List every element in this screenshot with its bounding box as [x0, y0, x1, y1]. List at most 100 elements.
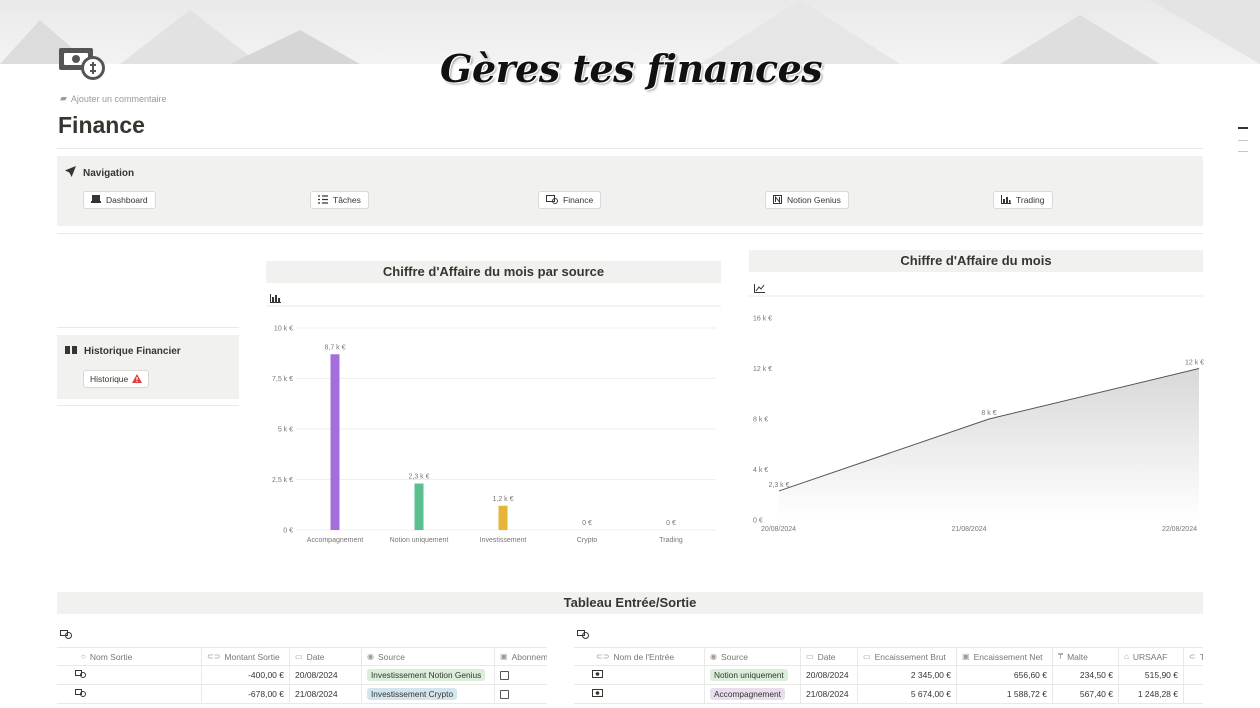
source-cell[interactable]: Notion uniquement — [705, 666, 801, 684]
column-header[interactable]: ▣ Abonnem — [495, 648, 547, 665]
nav-button-trading[interactable]: Trading — [993, 191, 1053, 209]
column-header[interactable]: ₸ Malte — [1053, 648, 1119, 665]
bar — [330, 354, 340, 530]
y-tick-label: 12 k € — [753, 366, 772, 373]
y-tick-label: 4 k € — [753, 467, 768, 474]
abonnement-checkbox[interactable] — [500, 670, 509, 680]
column-header[interactable]: ⊂⊃ Montant Sortie — [202, 648, 290, 665]
malte-cell[interactable]: 234,50 € — [1053, 666, 1119, 684]
data-label: 0 € — [666, 520, 676, 527]
brut-cell[interactable]: 2 345,00 € — [858, 666, 957, 684]
column-header-label: Date — [817, 651, 836, 662]
chart-icon — [1001, 194, 1011, 206]
database-entrees-icon[interactable] — [577, 630, 589, 642]
column-header[interactable]: ◉ Source — [705, 648, 801, 665]
pin-icon: ₸ — [1058, 652, 1064, 661]
column-header-label: URSAAF — [1132, 651, 1168, 662]
data-label: 1,2 k € — [492, 496, 513, 503]
cash-icon: ▭ — [863, 652, 871, 661]
date-cell[interactable]: 20/08/2024 — [801, 666, 858, 684]
net-cell[interactable]: 1 588,72 € — [957, 685, 1053, 703]
row-icon-cell[interactable] — [574, 685, 705, 703]
row-icon-cell[interactable] — [574, 666, 705, 684]
date-cell[interactable]: 20/08/2024 — [290, 666, 362, 684]
column-header-label: Malte — [1067, 651, 1088, 662]
outline-marker[interactable] — [1238, 151, 1248, 152]
abonnement-cell[interactable] — [495, 666, 547, 684]
column-header[interactable]: ▭ Date — [290, 648, 362, 665]
abonnement-checkbox[interactable] — [500, 689, 509, 699]
source-cell[interactable]: Accompagnement — [705, 685, 801, 703]
y-tick-label: 7,5 k € — [272, 376, 293, 383]
table-row[interactable]: Notion uniquement 20/08/2024 2 345,00 € … — [574, 666, 1203, 685]
divider — [57, 148, 1203, 149]
source-tag: Accompagnement — [710, 688, 785, 700]
column-header[interactable]: ▣ Encaissement Net — [957, 648, 1053, 665]
date-cell[interactable]: 21/08/2024 — [801, 685, 858, 703]
column-header-label: T — [1199, 651, 1203, 662]
column-header[interactable]: ⌂ URSAAF — [1119, 648, 1184, 665]
nav-button-taches[interactable]: Tâches — [310, 191, 369, 209]
column-header-label: Date — [306, 651, 325, 662]
column-header[interactable]: ◉ Source — [362, 648, 495, 665]
outline-marker-active[interactable] — [1238, 127, 1248, 129]
montant-cell[interactable]: -678,00 € — [202, 685, 290, 703]
overflow-cell[interactable] — [1184, 666, 1203, 684]
select-icon: ◉ — [710, 652, 717, 661]
table-row[interactable]: -400,00 € 20/08/2024 Investissement Noti… — [57, 666, 547, 685]
nav-button-label: Dashboard — [106, 195, 148, 205]
nav-button-label: Tâches — [333, 195, 361, 205]
line-chart: 0 € 4 k € 8 k € 12 k € 16 k € 2,3 k € 20/08/20… — [749, 295, 1204, 533]
data-label: 2,3 k € — [408, 474, 429, 481]
y-tick-label: 16 k € — [753, 316, 772, 323]
nav-button-finance[interactable]: Finance — [538, 191, 602, 209]
column-header-label: Nom de l'Entrée — [613, 651, 675, 662]
database-sorties-icon[interactable] — [60, 630, 72, 642]
row-icon-cell[interactable] — [57, 685, 202, 703]
column-header[interactable]: ▭ Date — [801, 648, 858, 665]
column-header-label: Source — [377, 651, 405, 662]
x-tick-label: Trading — [659, 537, 683, 544]
column-header[interactable]: ▭ Encaissement Brut — [858, 648, 957, 665]
comment-icon: ▰ — [60, 93, 67, 103]
historique-callout: Historique Financier Historique — [57, 335, 239, 399]
column-header-label: Source — [720, 651, 748, 662]
nav-button-dashboard[interactable]: Dashboard — [83, 191, 156, 209]
data-label: 12 k € — [1185, 360, 1204, 367]
warning-icon — [132, 373, 143, 385]
ursaaf-cell[interactable]: 515,90 € — [1119, 666, 1184, 684]
source-cell[interactable]: Investissement Notion Genius — [362, 666, 495, 684]
column-header[interactable]: ⊂ T — [1184, 648, 1203, 665]
column-header[interactable]: ○ Nom Sortie — [57, 648, 202, 665]
outline-marker[interactable] — [1238, 140, 1248, 141]
source-cell[interactable]: Investissement Crypto — [362, 685, 495, 703]
column-header[interactable]: ⊂⊃ Nom de l'Entrée — [574, 648, 705, 665]
source-tag: Investissement Crypto — [367, 688, 458, 700]
historique-button[interactable]: Historique — [83, 370, 150, 388]
select-icon: ◉ — [367, 652, 374, 661]
page-title: Finance — [58, 112, 145, 138]
row-icon-cell[interactable] — [57, 666, 202, 684]
add-comment-button[interactable]: ▰ Ajouter un commentaire — [60, 93, 166, 104]
divider — [57, 405, 239, 406]
date-cell[interactable]: 21/08/2024 — [290, 685, 362, 703]
ursaaf-cell[interactable]: 1 248,28 € — [1119, 685, 1184, 703]
money-icon: ⊂⊃ — [207, 652, 221, 661]
column-header-label: Nom Sortie — [89, 651, 133, 662]
money-wing-icon[interactable] — [57, 44, 107, 82]
calendar-icon: ▭ — [295, 652, 303, 661]
table-header-row: ⊂⊃ Nom de l'Entrée ◉ Source ▭ Date ▭ Encaiss… — [574, 647, 1203, 666]
overflow-cell[interactable] — [1184, 685, 1203, 703]
abonnement-cell[interactable] — [495, 685, 547, 703]
table-row[interactable]: Accompagnement 21/08/2024 5 674,00 € 1 5… — [574, 685, 1203, 704]
brut-cell[interactable]: 5 674,00 € — [858, 685, 957, 703]
x-tick-label: 21/08/2024 — [951, 526, 986, 533]
montant-cell[interactable]: -400,00 € — [202, 666, 290, 684]
notion-icon — [773, 194, 782, 206]
malte-cell[interactable]: 567,40 € — [1053, 685, 1119, 703]
net-cell[interactable]: 656,60 € — [957, 666, 1053, 684]
column-header-label: Encaissement Net — [973, 651, 1043, 662]
nav-button-notion-genius[interactable]: Notion Genius — [765, 191, 849, 209]
bank-icon: ⌂ — [1124, 652, 1129, 661]
table-row[interactable]: -678,00 € 21/08/2024 Investissement Cryp… — [57, 685, 547, 704]
